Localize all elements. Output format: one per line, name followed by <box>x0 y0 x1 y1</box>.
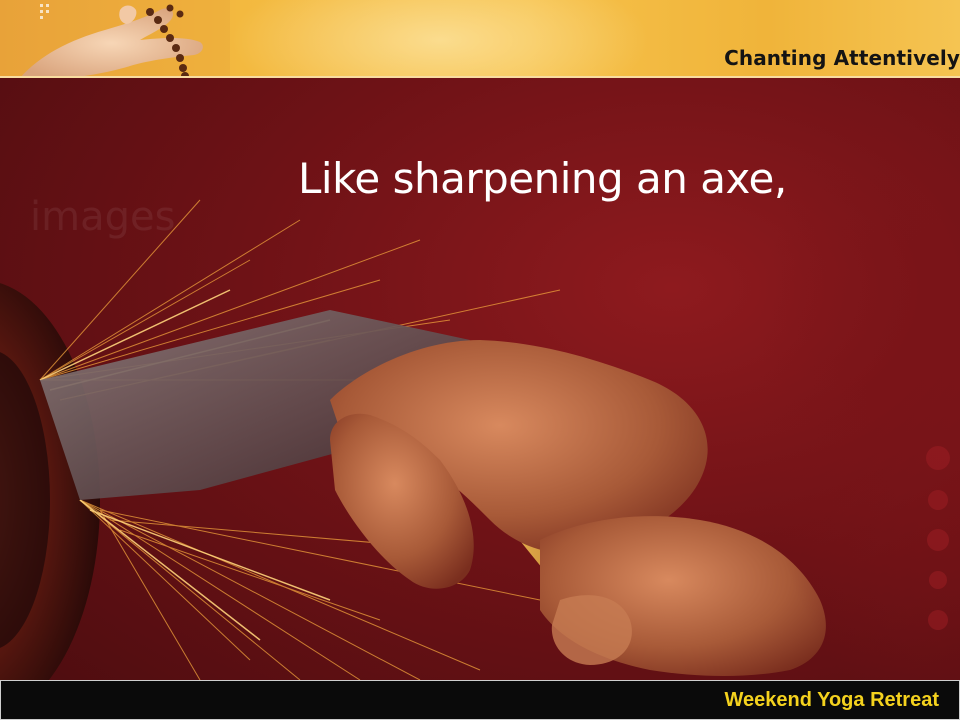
watermark-text: images <box>30 194 176 240</box>
slide-main-text: Like sharpening an axe, <box>298 154 787 203</box>
header-band: Chanting Attentively <box>0 0 960 78</box>
footer-band: Weekend Yoga Retreat <box>0 680 960 720</box>
prayer-beads-hand-image <box>0 0 230 78</box>
slide: Chanting Attentively images Like sharpen… <box>0 0 960 720</box>
header-title: Chanting Attentively <box>724 46 960 70</box>
header-glow <box>230 0 650 78</box>
footer-label: Weekend Yoga Retreat <box>724 689 939 711</box>
